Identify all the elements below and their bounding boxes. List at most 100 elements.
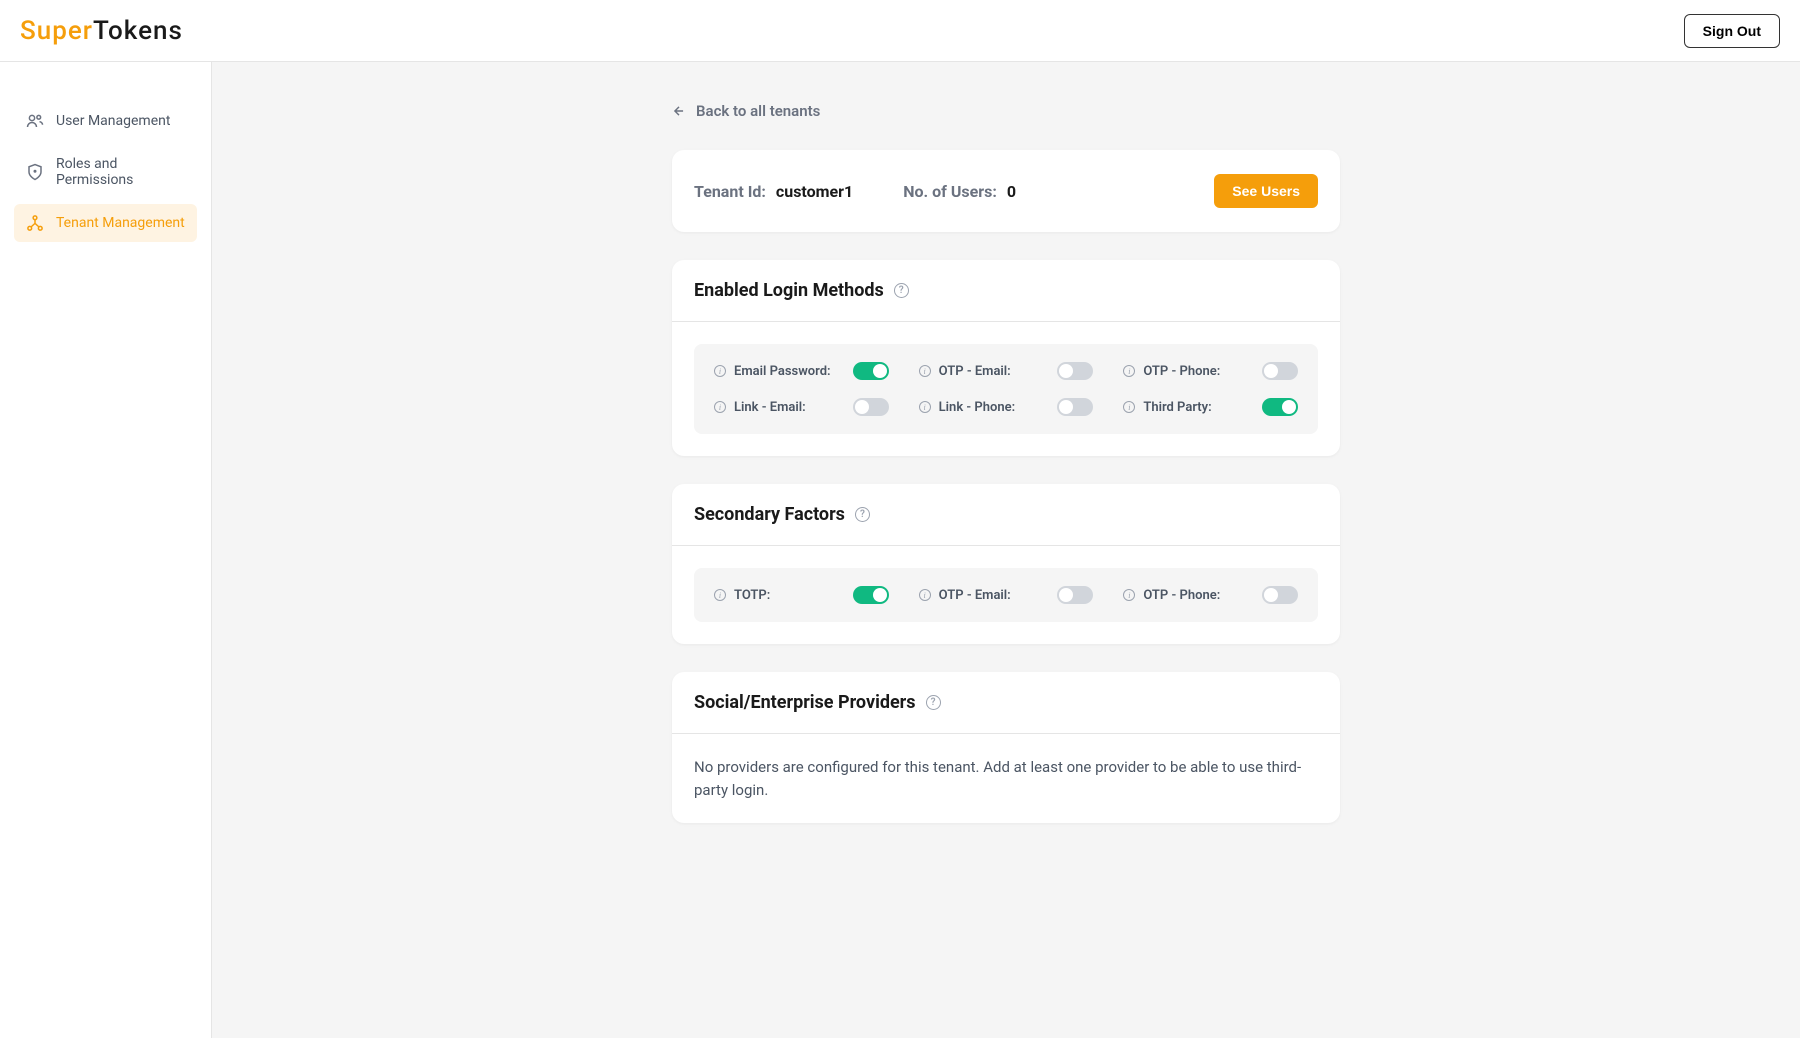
toggle-label-wrapper: i TOTP:	[714, 588, 770, 603]
toggle-switch-third-party[interactable]	[1262, 398, 1298, 416]
login-methods-card: Enabled Login Methods ? i Email Password…	[672, 260, 1340, 456]
toggle-label-wrapper: i Link - Email:	[714, 400, 806, 415]
sidebar-item-tenant[interactable]: Tenant Management	[14, 204, 197, 242]
secondary-factors-body: i TOTP: i OTP - Email:	[672, 546, 1340, 644]
logo-prefix: Super	[20, 16, 93, 46]
secondary-factors-card: Secondary Factors ? i TOTP:	[672, 484, 1340, 644]
toggle-label-wrapper: i Third Party:	[1123, 400, 1211, 415]
toggle-sf-otp-email: i OTP - Email:	[919, 586, 1094, 604]
info-icon[interactable]: i	[919, 365, 931, 377]
toggle-label: OTP - Email:	[939, 588, 1011, 603]
signout-button[interactable]: Sign Out	[1684, 14, 1780, 48]
help-icon[interactable]: ?	[855, 507, 870, 522]
info-icon[interactable]: i	[919, 589, 931, 601]
toggle-label: OTP - Phone:	[1143, 364, 1220, 379]
toggle-label-wrapper: i Link - Phone:	[919, 400, 1016, 415]
toggle-label-wrapper: i OTP - Phone:	[1123, 364, 1220, 379]
info-icon[interactable]: i	[714, 401, 726, 413]
toggle-sf-otp-phone: i OTP - Phone:	[1123, 586, 1298, 604]
toggle-otp-phone: i OTP - Phone:	[1123, 362, 1298, 380]
tenant-header: Tenant Id: customer1 No. of Users: 0 See…	[672, 150, 1340, 232]
users-label: No. of Users:	[903, 182, 997, 201]
tenant-id-label: Tenant Id:	[694, 182, 766, 201]
users-value: 0	[1007, 182, 1016, 201]
back-link[interactable]: Back to all tenants	[672, 102, 1340, 120]
tenant-id-value: customer1	[776, 182, 853, 201]
toggle-switch-email-password[interactable]	[853, 362, 889, 380]
toggle-knob	[1282, 400, 1296, 414]
toggle-label: Third Party:	[1143, 400, 1211, 415]
sidebar-item-label: Tenant Management	[56, 215, 185, 231]
secondary-factors-grid: i TOTP: i OTP - Email:	[694, 568, 1318, 622]
toggle-label-wrapper: i OTP - Email:	[919, 588, 1011, 603]
toggle-label-wrapper: i OTP - Phone:	[1123, 588, 1220, 603]
toggle-knob	[873, 364, 887, 378]
toggle-label-wrapper: i OTP - Email:	[919, 364, 1011, 379]
toggle-third-party: i Third Party:	[1123, 398, 1298, 416]
network-icon	[26, 214, 44, 232]
toggle-link-phone: i Link - Phone:	[919, 398, 1094, 416]
toggle-totp: i TOTP:	[714, 586, 889, 604]
secondary-factors-header: Secondary Factors ?	[672, 484, 1340, 546]
sidebar-item-label: User Management	[56, 113, 170, 129]
logo-suffix: Tokens	[93, 16, 183, 46]
toggle-knob	[1059, 588, 1073, 602]
providers-card: Social/Enterprise Providers ? No provide…	[672, 672, 1340, 823]
toggle-switch-link-email[interactable]	[853, 398, 889, 416]
toggle-switch-otp-phone[interactable]	[1262, 362, 1298, 380]
toggle-knob	[1059, 364, 1073, 378]
arrow-left-icon	[672, 104, 686, 118]
content: Back to all tenants Tenant Id: customer1…	[212, 62, 1800, 1038]
main-container: User Management Roles and Permissions Te…	[0, 62, 1800, 1038]
login-methods-title: Enabled Login Methods	[694, 280, 884, 301]
toggle-otp-email: i OTP - Email:	[919, 362, 1094, 380]
header: SuperTokens Sign Out	[0, 0, 1800, 62]
sidebar-item-label: Roles and Permissions	[56, 156, 185, 188]
toggle-switch-sf-otp-phone[interactable]	[1262, 586, 1298, 604]
login-methods-body: i Email Password: i OTP - Email:	[672, 322, 1340, 456]
toggle-label: OTP - Phone:	[1143, 588, 1220, 603]
toggle-email-password: i Email Password:	[714, 362, 889, 380]
shield-icon	[26, 163, 44, 181]
toggle-knob	[873, 588, 887, 602]
tenant-card: Tenant Id: customer1 No. of Users: 0 See…	[672, 150, 1340, 232]
toggle-label: Email Password:	[734, 364, 831, 379]
toggle-switch-link-phone[interactable]	[1057, 398, 1093, 416]
tenant-id-group: Tenant Id: customer1	[694, 182, 853, 201]
tenant-info: Tenant Id: customer1 No. of Users: 0	[694, 182, 1016, 201]
providers-header: Social/Enterprise Providers ?	[672, 672, 1340, 734]
toggle-label-wrapper: i Email Password:	[714, 364, 831, 379]
toggle-switch-otp-email[interactable]	[1057, 362, 1093, 380]
info-icon[interactable]: i	[919, 401, 931, 413]
help-icon[interactable]: ?	[926, 695, 941, 710]
info-icon[interactable]: i	[714, 589, 726, 601]
toggle-knob	[855, 400, 869, 414]
users-count-group: No. of Users: 0	[903, 182, 1016, 201]
providers-title: Social/Enterprise Providers	[694, 692, 916, 713]
info-icon[interactable]: i	[1123, 589, 1135, 601]
login-methods-header: Enabled Login Methods ?	[672, 260, 1340, 322]
back-label: Back to all tenants	[696, 102, 820, 120]
sidebar: User Management Roles and Permissions Te…	[0, 62, 212, 1038]
toggle-switch-sf-otp-email[interactable]	[1057, 586, 1093, 604]
toggle-label: TOTP:	[734, 588, 770, 603]
sidebar-item-roles[interactable]: Roles and Permissions	[14, 146, 197, 198]
toggle-knob	[1059, 400, 1073, 414]
secondary-factors-title: Secondary Factors	[694, 504, 845, 525]
help-icon[interactable]: ?	[894, 283, 909, 298]
see-users-button[interactable]: See Users	[1214, 174, 1318, 208]
toggle-label: OTP - Email:	[939, 364, 1011, 379]
toggle-label: Link - Phone:	[939, 400, 1016, 415]
toggle-label: Link - Email:	[734, 400, 806, 415]
sidebar-item-users[interactable]: User Management	[14, 102, 197, 140]
providers-body: No providers are configured for this ten…	[672, 734, 1340, 823]
info-icon[interactable]: i	[1123, 365, 1135, 377]
providers-text: No providers are configured for this ten…	[694, 756, 1318, 801]
info-icon[interactable]: i	[1123, 401, 1135, 413]
toggle-switch-totp[interactable]	[853, 586, 889, 604]
toggle-knob	[1264, 588, 1278, 602]
info-icon[interactable]: i	[714, 365, 726, 377]
toggle-knob	[1264, 364, 1278, 378]
logo: SuperTokens	[20, 16, 183, 46]
users-icon	[26, 112, 44, 130]
